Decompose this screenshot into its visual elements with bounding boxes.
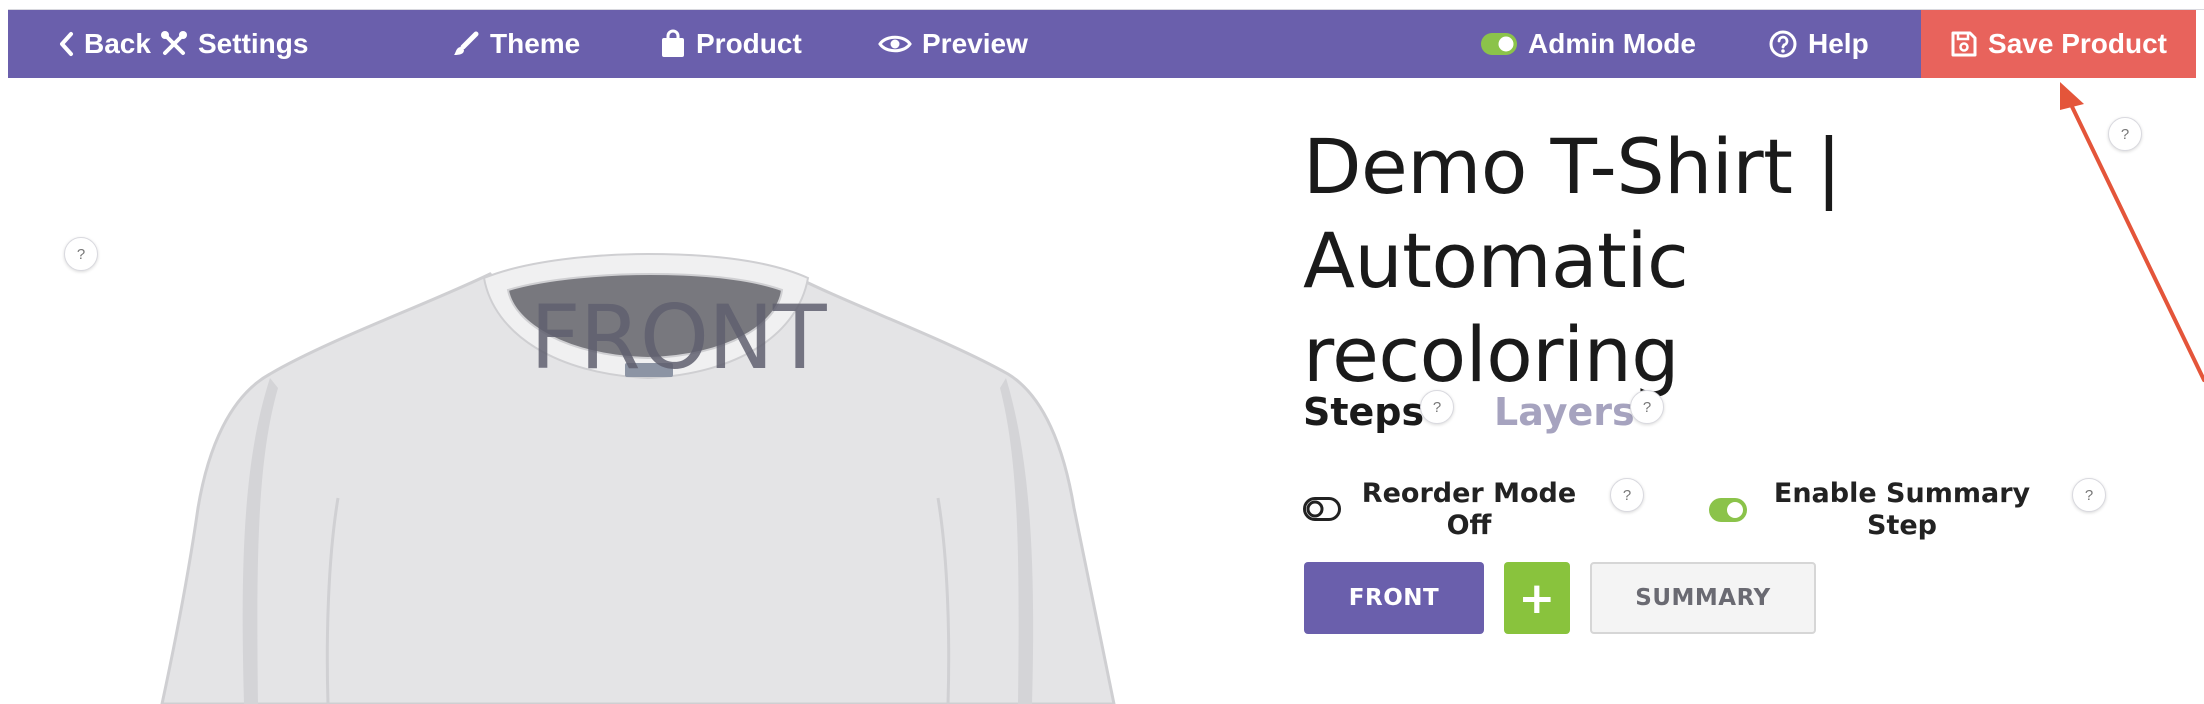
- theme-label: Theme: [490, 28, 581, 59]
- tools-icon: [161, 31, 187, 55]
- reorder-mode-label: Reorder Mode Off: [1360, 478, 1578, 542]
- paintbrush-icon: [454, 31, 479, 55]
- layers-help-icon[interactable]: ?: [1630, 390, 1664, 424]
- product-label: Product: [696, 28, 802, 59]
- help-button[interactable]: Help: [1768, 10, 1869, 78]
- canvas-side-label: FRONT: [530, 286, 827, 389]
- settings-button[interactable]: Settings: [160, 10, 308, 78]
- reorder-mode-toggle[interactable]: [1303, 497, 1341, 521]
- preview-label: Preview: [922, 28, 1028, 59]
- toggle-on-icon: [1481, 33, 1517, 55]
- theme-button[interactable]: Theme: [452, 10, 580, 78]
- chevron-left-icon: [60, 32, 73, 56]
- back-label: Back: [84, 28, 151, 59]
- product-canvas[interactable]: FRONT: [8, 78, 1248, 704]
- window-left-edge: [0, 0, 8, 704]
- add-step-button[interactable]: +: [1504, 562, 1570, 634]
- product-title-line2: Automatic recoloring: [1303, 216, 1689, 399]
- product-title: Demo T-Shirt | Automatic recoloring: [1303, 120, 2083, 402]
- summary-step-label-line1: Enable Summary: [1773, 478, 2031, 509]
- eye-icon: [878, 35, 912, 53]
- steps-help-icon[interactable]: ?: [1420, 390, 1454, 424]
- admin-mode-label: Admin Mode: [1528, 28, 1696, 59]
- tab-steps[interactable]: Steps: [1303, 390, 1424, 434]
- window-top-edge: [0, 0, 2204, 10]
- canvas-help-icon[interactable]: ?: [64, 237, 98, 271]
- save-product-label: Save Product: [1988, 28, 2167, 59]
- settings-label: Settings: [198, 28, 309, 59]
- tab-layers[interactable]: Layers: [1494, 390, 1635, 434]
- product-button[interactable]: Product: [660, 10, 802, 78]
- tshirt-image: [160, 252, 1116, 704]
- help-label: Help: [1808, 28, 1869, 59]
- admin-mode-toggle[interactable]: Admin Mode: [1480, 10, 1696, 78]
- reorder-mode-label-line1: Reorder Mode: [1361, 478, 1577, 509]
- reorder-mode-label-line2: Off: [1446, 510, 1492, 541]
- floppy-disk-icon: [1951, 31, 1977, 57]
- summary-step-toggle[interactable]: [1708, 497, 1748, 523]
- preview-button[interactable]: Preview: [878, 10, 1028, 78]
- summary-help-icon[interactable]: ?: [2072, 478, 2106, 512]
- summary-step-label: Enable Summary Step: [1770, 478, 2034, 542]
- shopping-bag-icon: [662, 29, 684, 57]
- back-button[interactable]: Back: [58, 10, 151, 78]
- step-front-button[interactable]: FRONT: [1304, 562, 1484, 634]
- annotation-arrow: [2060, 82, 2204, 382]
- reorder-help-icon[interactable]: ?: [1610, 478, 1644, 512]
- summary-step-label-line2: Step: [1867, 510, 1937, 541]
- step-summary-button[interactable]: SUMMARY: [1590, 562, 1816, 634]
- product-title-line1: Demo T-Shirt |: [1303, 122, 1842, 211]
- save-product-button[interactable]: Save Product: [1921, 10, 2196, 78]
- top-navbar: Back Settings Theme Product Preview Admi…: [8, 10, 2196, 78]
- question-circle-icon: [1769, 30, 1797, 58]
